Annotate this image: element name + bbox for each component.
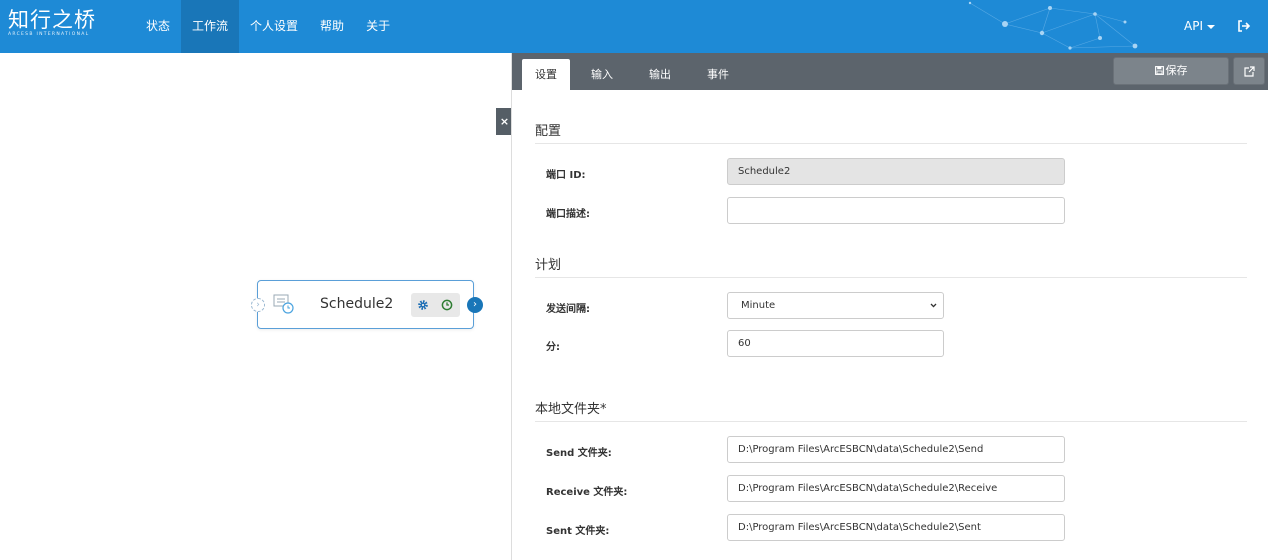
clock-icon[interactable] bbox=[435, 293, 459, 317]
nav-item-workflow[interactable]: 工作流 bbox=[181, 0, 240, 53]
top-navbar: 知行之桥 ARCESB INTERNATIONAL 状态 工作流 个人设置 帮助… bbox=[0, 0, 1268, 53]
api-dropdown[interactable]: API bbox=[1184, 0, 1215, 53]
workflow-node-schedule2[interactable]: › Schedule2 › bbox=[251, 280, 483, 329]
minute-label: 分: bbox=[546, 342, 560, 353]
interval-selected-value: Minute bbox=[741, 300, 776, 311]
section-title-plan: 计划 bbox=[535, 258, 562, 273]
logo-text-en: ARCESB INTERNATIONAL bbox=[8, 32, 90, 37]
open-external-button[interactable] bbox=[1233, 57, 1265, 85]
panel-tabbar: 设置 输入 输出 事件 保存 bbox=[512, 53, 1268, 90]
floppy-disk-icon bbox=[1154, 66, 1164, 75]
caret-down-icon bbox=[1206, 24, 1215, 29]
send-folder-input[interactable] bbox=[727, 436, 1065, 463]
tab-settings[interactable]: 设置 bbox=[522, 59, 570, 90]
api-label: API bbox=[1184, 19, 1203, 33]
interval-label: 发送间隔: bbox=[546, 304, 590, 315]
section-title-local-folders: 本地文件夹* bbox=[535, 402, 607, 417]
gear-icon[interactable] bbox=[411, 293, 435, 317]
network-decoration bbox=[968, 1, 1138, 50]
nav-item-profile[interactable]: 个人设置 bbox=[239, 0, 309, 53]
node-output-port-icon[interactable]: › bbox=[467, 297, 483, 313]
port-id-label: 端口 ID: bbox=[546, 170, 586, 181]
logo-text-cn: 知行之桥 bbox=[8, 8, 96, 32]
external-link-icon bbox=[1243, 65, 1255, 77]
tab-events[interactable]: 事件 bbox=[696, 59, 740, 90]
sent-folder-input[interactable] bbox=[727, 514, 1065, 541]
node-input-port-icon[interactable]: › bbox=[251, 298, 265, 312]
nav-item-about[interactable]: 关于 bbox=[355, 0, 401, 53]
schedule-alarm-icon bbox=[273, 294, 294, 314]
node-title: Schedule2 bbox=[320, 296, 394, 312]
tab-input[interactable]: 输入 bbox=[580, 59, 624, 90]
port-settings-panel: 设置 输入 输出 事件 保存 配置 端口 ID: 端口描述: 计划 发送间隔: … bbox=[511, 53, 1268, 560]
section-title-config: 配置 bbox=[535, 124, 562, 139]
sent-folder-label: Sent 文件夹: bbox=[546, 526, 610, 537]
receive-folder-label: Receive 文件夹: bbox=[546, 487, 628, 498]
minute-input[interactable] bbox=[727, 330, 944, 357]
section-divider bbox=[535, 143, 1247, 144]
receive-folder-input[interactable] bbox=[727, 475, 1065, 502]
node-toolbar bbox=[411, 293, 460, 317]
nav-item-help[interactable]: 帮助 bbox=[309, 0, 355, 53]
tab-output[interactable]: 输出 bbox=[638, 59, 682, 90]
brand-logo[interactable]: 知行之桥 ARCESB INTERNATIONAL bbox=[8, 9, 96, 37]
interval-select[interactable]: Minute bbox=[727, 292, 944, 319]
save-button[interactable]: 保存 bbox=[1113, 57, 1229, 85]
port-id-input[interactable] bbox=[727, 158, 1065, 185]
port-desc-label: 端口描述: bbox=[546, 209, 590, 220]
nav-item-status[interactable]: 状态 bbox=[135, 0, 181, 53]
main-nav: 状态 工作流 个人设置 帮助 关于 bbox=[135, 0, 401, 53]
sign-out-icon[interactable] bbox=[1237, 19, 1251, 33]
chevron-down-icon bbox=[930, 303, 937, 308]
port-desc-textarea[interactable] bbox=[727, 197, 1065, 224]
save-label: 保存 bbox=[1165, 64, 1188, 77]
send-folder-label: Send 文件夹: bbox=[546, 448, 612, 459]
section-divider bbox=[535, 277, 1247, 278]
section-divider bbox=[535, 421, 1247, 422]
